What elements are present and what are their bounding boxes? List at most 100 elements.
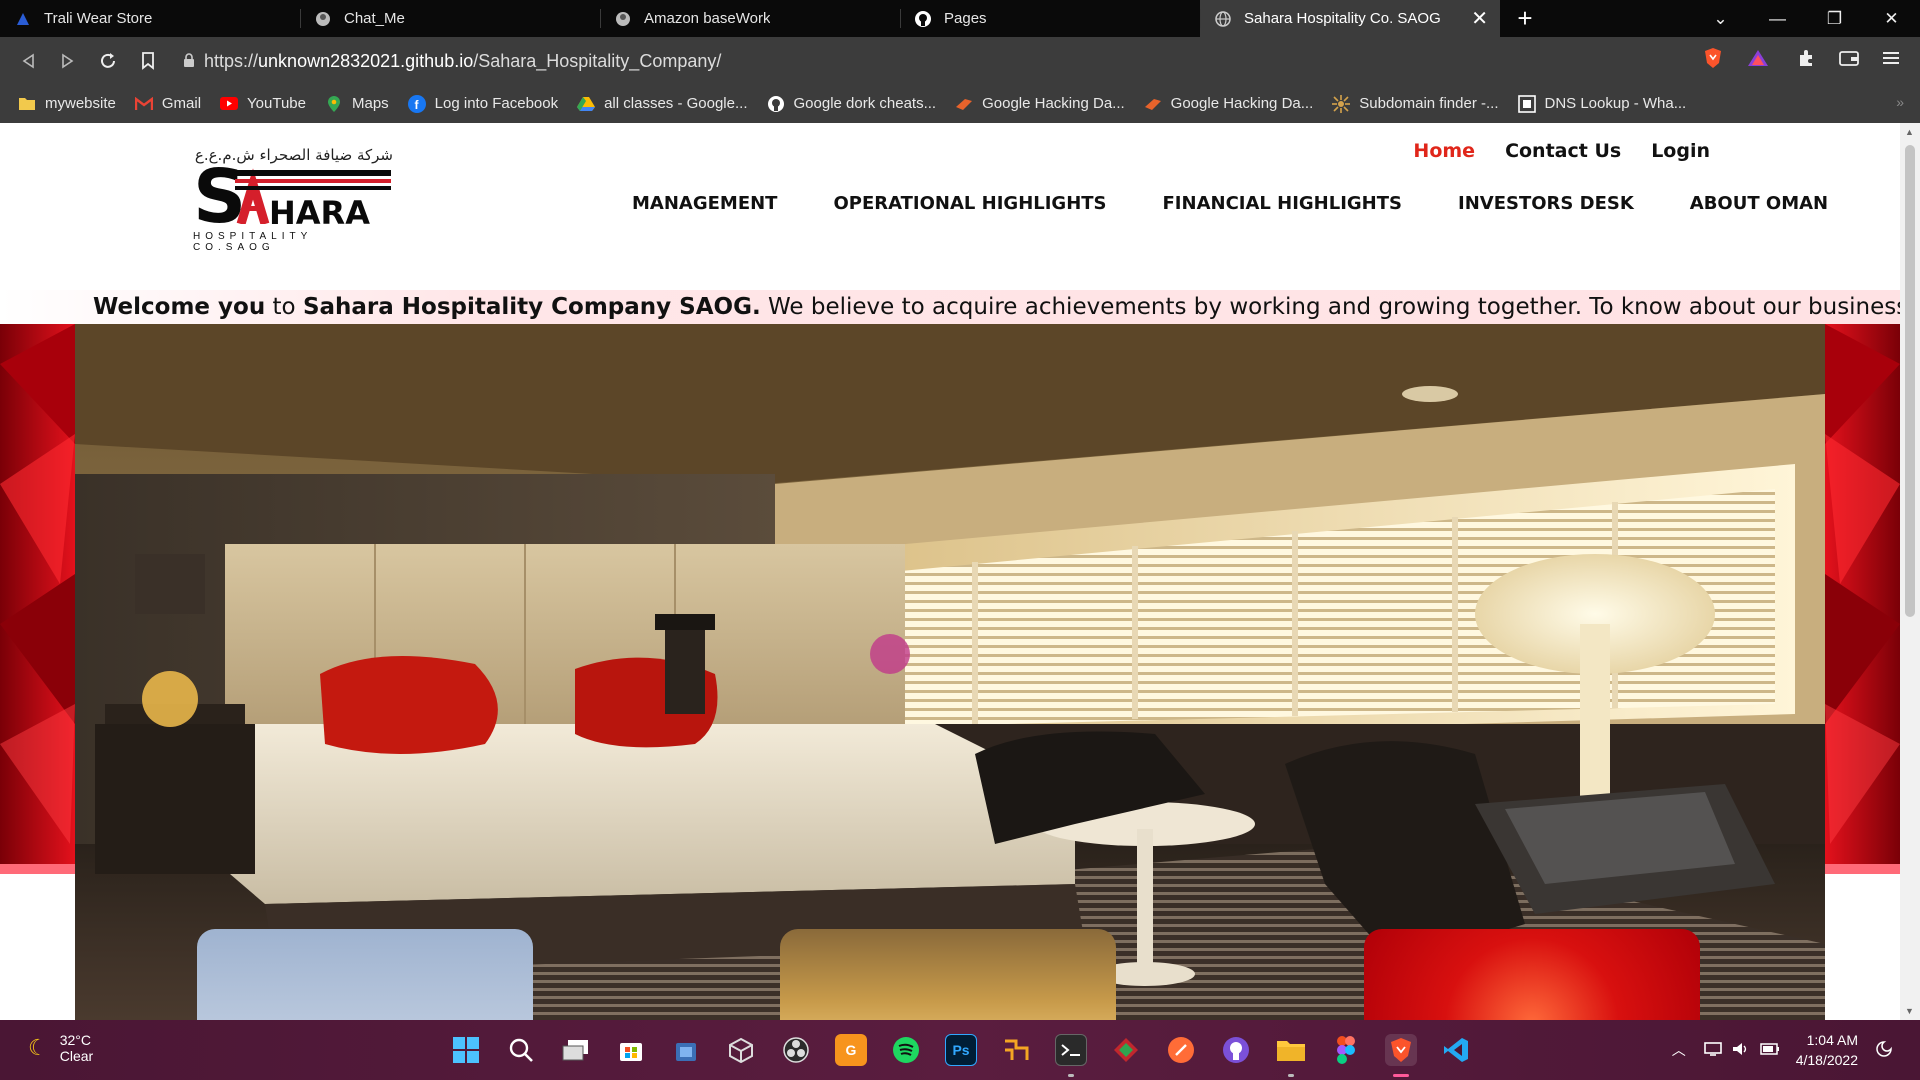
chat-favicon-icon	[314, 10, 332, 28]
bookmark-youtube[interactable]: YouTube	[220, 95, 306, 113]
scroll-up-icon[interactable]: ▲	[1905, 127, 1914, 137]
logo-arabic-text: شركة ضيافة الصحراء ش.م.ع.ع	[194, 146, 393, 164]
close-icon[interactable]: ✕	[1471, 6, 1488, 31]
new-tab-button[interactable]: +	[1500, 0, 1550, 37]
dns-icon	[1517, 94, 1536, 113]
gmail-icon	[134, 95, 153, 113]
tab-amazon-basework[interactable]: Amazon baseWork	[600, 0, 900, 37]
nav-about-oman[interactable]: ABOUT OMAN	[1690, 193, 1828, 214]
tab-pages[interactable]: Pages	[900, 0, 1200, 37]
clock-date: 4/18/2022	[1795, 1052, 1858, 1068]
store-bag-icon[interactable]	[670, 1034, 702, 1066]
brave-icon[interactable]	[1385, 1034, 1417, 1066]
brave-rewards-icon[interactable]	[1745, 45, 1771, 71]
tab-chat-me[interactable]: Chat_Me	[300, 0, 600, 37]
home-link[interactable]: Home	[1413, 140, 1475, 162]
nav-operational-highlights[interactable]: OPERATIONAL HIGHLIGHTS	[833, 193, 1106, 214]
scroll-down-icon[interactable]: ▼	[1905, 1006, 1914, 1016]
bookmark-maps[interactable]: Maps	[325, 95, 389, 113]
file-explorer-icon[interactable]	[1275, 1034, 1307, 1066]
minimize-button[interactable]: —	[1749, 0, 1806, 37]
contact-us-link[interactable]: Contact Us	[1505, 140, 1621, 162]
bookmark-facebook[interactable]: f Log into Facebook	[407, 94, 558, 113]
bookmark-label: Maps	[351, 95, 389, 112]
volume-icon[interactable]	[1732, 1041, 1750, 1060]
page-scrollbar[interactable]: ▲ ▼	[1900, 123, 1920, 1020]
lock-icon	[184, 53, 194, 67]
battery-icon[interactable]	[1759, 1042, 1780, 1059]
card-1[interactable]	[197, 929, 533, 1020]
menu-icon[interactable]	[1878, 45, 1904, 71]
wallet-icon[interactable]	[1836, 45, 1862, 71]
running-indicator	[1288, 1074, 1294, 1077]
sahara-logo[interactable]: شركة ضيافة الصحراء ش.م.ع.ع S HARA HOSPIT…	[193, 146, 393, 256]
tab-title: Sahara Hospitality Co. SAOG	[1244, 10, 1441, 27]
clock[interactable]: 1:04 AM 4/18/2022	[1796, 1030, 1858, 1070]
address-bar[interactable]: https://unknown2832021.github.io/Sahara_…	[178, 44, 1708, 78]
vscode-icon[interactable]	[1440, 1034, 1472, 1066]
github-desktop-icon[interactable]	[1220, 1034, 1252, 1066]
bookmark-google-hacking-2[interactable]: Google Hacking Da...	[1144, 95, 1313, 113]
notification-icon[interactable]	[1876, 1040, 1892, 1060]
weather-widget[interactable]: ☾ 32°C Clear	[28, 1032, 93, 1064]
photoshop-icon[interactable]: Ps	[945, 1034, 977, 1066]
bookmark-google-dork[interactable]: Google dork cheats...	[767, 95, 936, 113]
bookmark-label: Subdomain finder -...	[1359, 95, 1499, 112]
bookmark-subdomain-finder[interactable]: Subdomain finder -...	[1332, 94, 1499, 113]
hero-bedroom-image	[75, 324, 1825, 1020]
spotify-icon[interactable]	[890, 1034, 922, 1066]
login-link[interactable]: Login	[1651, 140, 1710, 162]
task-view-icon[interactable]	[560, 1034, 592, 1066]
tab-title: Trali Wear Store	[44, 10, 153, 27]
git-tool-icon[interactable]	[1000, 1034, 1032, 1066]
chevron-down-icon[interactable]: ⌄	[1692, 0, 1749, 37]
diamond-app-icon[interactable]	[1110, 1034, 1142, 1066]
start-icon[interactable]	[450, 1034, 482, 1066]
store-icon[interactable]	[615, 1034, 647, 1066]
more-bookmarks-icon[interactable]: »	[1896, 94, 1904, 110]
pdf-icon[interactable]: G	[835, 1034, 867, 1066]
forward-icon[interactable]	[48, 41, 88, 81]
subdomain-icon	[1332, 94, 1351, 113]
bookmark-dns-lookup[interactable]: DNS Lookup - Wha...	[1517, 94, 1686, 113]
exploit-db-icon	[1144, 95, 1162, 113]
figma-icon[interactable]	[1330, 1034, 1362, 1066]
scrollbar-thumb[interactable]	[1905, 145, 1915, 617]
url-path: /Sahara_Hospitality_Company/	[473, 50, 722, 71]
back-icon[interactable]	[8, 41, 48, 81]
nav-management[interactable]: MANAGEMENT	[632, 193, 777, 214]
bookmark-icon[interactable]	[128, 41, 168, 81]
brave-shields-icon[interactable]	[1700, 45, 1726, 71]
display-icon[interactable]	[1703, 1041, 1722, 1060]
bookmark-all-classes[interactable]: all classes - Google...	[577, 95, 748, 113]
tab-trali-wear-store[interactable]: Trali Wear Store	[0, 0, 300, 37]
tab-title: Chat_Me	[344, 10, 405, 27]
bookmark-mywebsite[interactable]: mywebsite	[18, 95, 116, 113]
terminal-icon[interactable]	[1055, 1034, 1087, 1066]
bookmark-gmail[interactable]: Gmail	[134, 95, 201, 113]
card-3[interactable]	[1364, 929, 1700, 1020]
nav-financial-highlights[interactable]: FINANCIAL HIGHLIGHTS	[1163, 193, 1402, 214]
clock-time: 1:04 AM	[1806, 1032, 1858, 1048]
folder-icon	[18, 95, 36, 113]
bookmark-google-hacking-1[interactable]: Google Hacking Da...	[955, 95, 1125, 113]
postman-icon[interactable]	[1165, 1034, 1197, 1066]
extensions-icon[interactable]	[1793, 45, 1819, 71]
bookmark-label: YouTube	[247, 95, 306, 112]
tab-sahara-hospitality[interactable]: Sahara Hospitality Co. SAOG ✕	[1200, 0, 1500, 37]
nav-investors-desk[interactable]: INVESTORS DESK	[1458, 193, 1634, 214]
weather-temp: 32°C	[59, 1032, 92, 1048]
restore-button[interactable]: ❐	[1806, 0, 1863, 37]
box-icon[interactable]	[725, 1034, 757, 1066]
obs-icon[interactable]	[780, 1034, 812, 1066]
close-window-button[interactable]: ✕	[1863, 0, 1920, 37]
moon-icon: ☾	[28, 1035, 48, 1060]
trali-favicon-icon	[14, 10, 32, 28]
chevron-up-icon[interactable]: ︿	[1672, 1040, 1686, 1060]
search-icon[interactable]	[505, 1034, 537, 1066]
exploit-db-icon	[955, 95, 973, 113]
youtube-icon	[220, 95, 239, 113]
card-2[interactable]	[780, 929, 1116, 1020]
bookmark-label: all classes - Google...	[604, 95, 748, 112]
reload-icon[interactable]	[88, 41, 128, 81]
